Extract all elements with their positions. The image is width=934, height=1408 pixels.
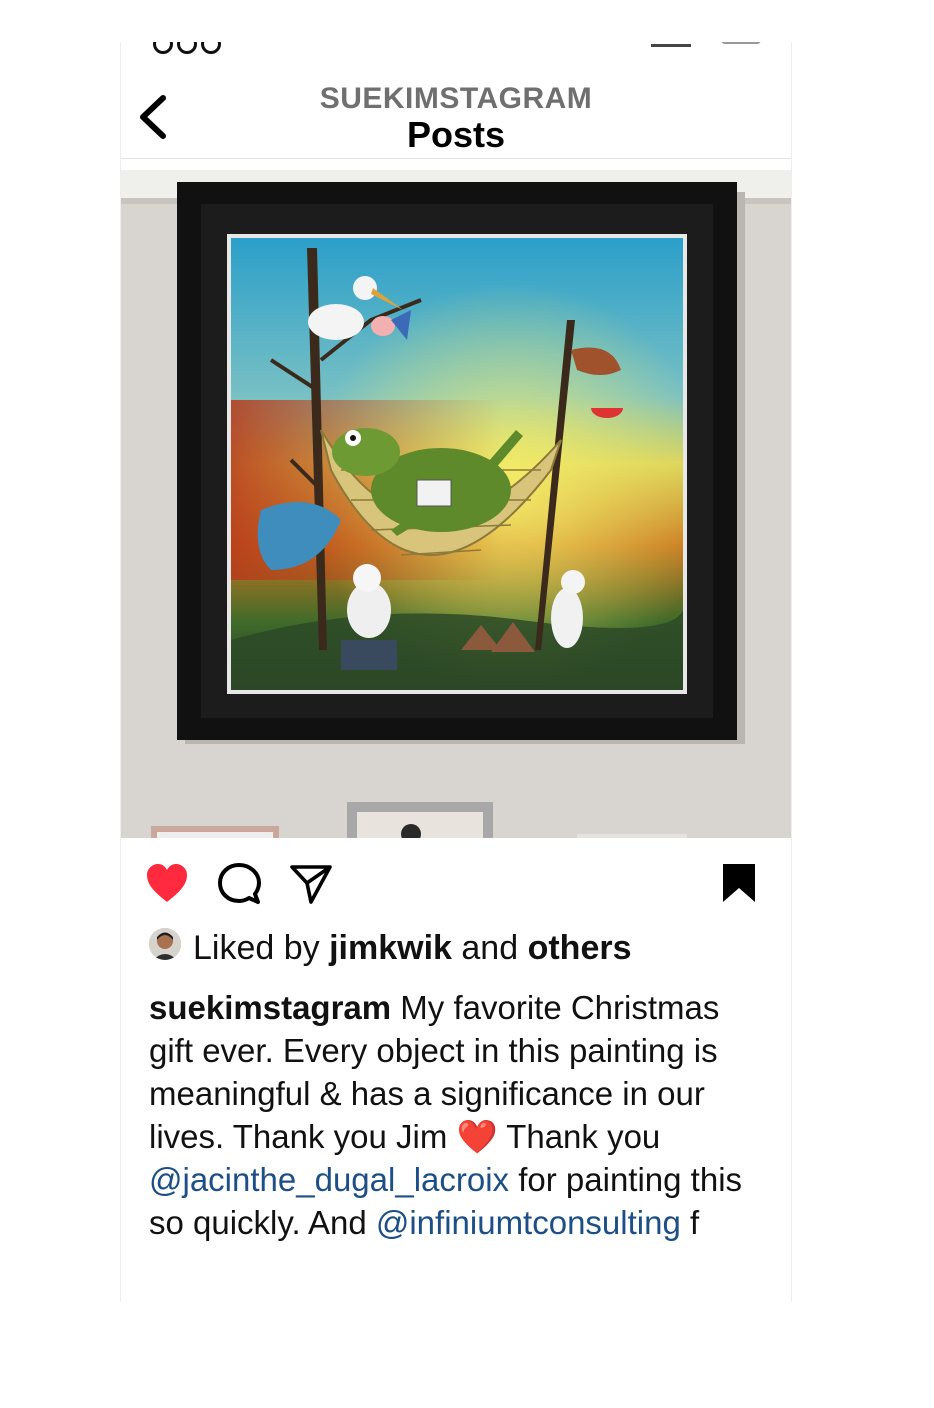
- mention-link-1[interactable]: @jacinthe_dugal_lacroix: [149, 1161, 509, 1198]
- phone-screen: SUEKIMSTAGRAM Posts Liked by jimkwik and…: [120, 42, 792, 1302]
- caption-text-2: Thank you: [497, 1118, 661, 1155]
- post-actions: [121, 848, 791, 918]
- bookmark-icon: [723, 864, 755, 902]
- header-bar: SUEKIMSTAGRAM Posts: [121, 62, 791, 159]
- likes-row: Liked by jimkwik and others: [149, 926, 769, 970]
- paper-plane-icon: [290, 865, 332, 904]
- status-bar: [121, 42, 791, 54]
- likes-joiner: and: [461, 929, 519, 967]
- comment-icon: [218, 863, 261, 904]
- status-bar-left: [153, 42, 245, 54]
- likes-text: Liked by jimkwik and others: [193, 926, 632, 970]
- likes-prefix: Liked by: [193, 929, 320, 967]
- caption-text-4: f: [680, 1204, 700, 1241]
- heart-icon: [147, 864, 187, 902]
- status-bar-right: [651, 42, 761, 47]
- save-button[interactable]: [717, 862, 761, 906]
- like-button[interactable]: [145, 862, 189, 906]
- page-title: Posts: [406, 114, 506, 155]
- liked-by-user-link[interactable]: jimkwik: [329, 929, 452, 967]
- painting-photo: [121, 170, 791, 838]
- comment-button[interactable]: [217, 862, 261, 906]
- red-heart-emoji: ❤️: [456, 1118, 498, 1155]
- battery-icon: [721, 42, 761, 44]
- signal-icon: [651, 42, 691, 47]
- avatar[interactable]: [149, 928, 181, 960]
- share-button[interactable]: [289, 862, 333, 906]
- others-link[interactable]: others: [528, 929, 632, 967]
- caption-username-link[interactable]: suekimstagram: [149, 989, 391, 1026]
- mention-link-2[interactable]: @infiniumtconsulting: [376, 1204, 681, 1241]
- post-image[interactable]: [121, 170, 791, 838]
- header-username[interactable]: SUEKIMSTAGRAM: [121, 82, 791, 116]
- avatar-image: [149, 928, 181, 960]
- post-caption: suekimstagram My favorite Christmas gift…: [149, 986, 769, 1244]
